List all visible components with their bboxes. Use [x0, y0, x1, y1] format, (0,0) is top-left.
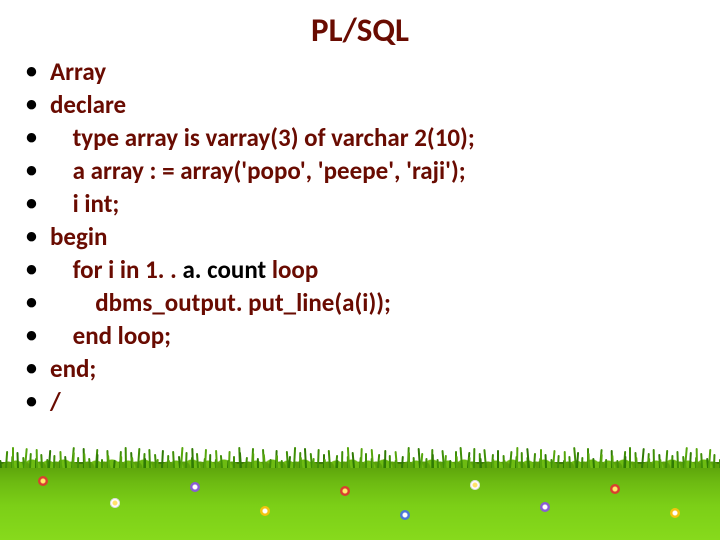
- bullet-icon: •: [26, 319, 50, 351]
- list-item: • i int;: [26, 187, 686, 220]
- list-item-text: declare: [50, 88, 126, 121]
- list-item-text: type array is varray(3) of varchar 2(10)…: [50, 121, 475, 154]
- list-item-text: dbms_output. put_line(a(i));: [50, 286, 391, 319]
- bullet-icon: •: [26, 154, 50, 186]
- bullet-icon: •: [26, 121, 50, 153]
- flower-icon: [470, 480, 480, 490]
- flower-icon: [190, 482, 200, 492]
- accent-text: a. count: [182, 254, 266, 285]
- slide: PL/SQL • Array • declare • type array is…: [0, 0, 720, 540]
- bullet-icon: •: [26, 385, 50, 417]
- list-item-text: Array: [50, 55, 106, 88]
- flower-icon: [260, 506, 270, 516]
- bullet-icon: •: [26, 352, 50, 384]
- bullet-icon: •: [26, 220, 50, 252]
- list-item-text: a array : = array('popo', 'peepe', 'raji…: [50, 154, 466, 187]
- grass-footer: [0, 462, 720, 540]
- bullet-icon: •: [26, 253, 50, 285]
- list-item: • a array : = array('popo', 'peepe', 'ra…: [26, 154, 686, 187]
- list-item: • dbms_output. put_line(a(i));: [26, 286, 686, 319]
- flower-icon: [540, 502, 550, 512]
- list-item-text: end;: [50, 352, 96, 385]
- list-item: • Array: [26, 55, 686, 88]
- flower-icon: [400, 510, 410, 520]
- list-item: • declare: [26, 88, 686, 121]
- flower-icon: [670, 508, 680, 518]
- bullet-icon: •: [26, 286, 50, 318]
- grass-blades: [0, 442, 720, 468]
- flower-icon: [340, 486, 350, 496]
- flower-icon: [38, 476, 48, 486]
- flower-icon: [610, 484, 620, 494]
- list-item-text-post: loop: [266, 254, 318, 285]
- list-item-text: i int;: [50, 187, 119, 220]
- flower-icon: [110, 498, 120, 508]
- list-item: • /: [26, 385, 686, 418]
- list-item-text-pre: for i in 1. .: [50, 254, 182, 285]
- list-item: • end;: [26, 352, 686, 385]
- bullet-icon: •: [26, 187, 50, 219]
- list-item: • type array is varray(3) of varchar 2(1…: [26, 121, 686, 154]
- list-item-text: end loop;: [50, 319, 171, 352]
- list-item: • begin: [26, 220, 686, 253]
- list-item-text: /: [50, 385, 61, 418]
- slide-title: PL/SQL: [0, 10, 720, 50]
- bullet-list: • Array • declare • type array is varray…: [26, 55, 686, 418]
- list-item-text: for i in 1. . a. count loop: [50, 253, 318, 286]
- list-item: • end loop;: [26, 319, 686, 352]
- bullet-icon: •: [26, 55, 50, 87]
- list-item: • for i in 1. . a. count loop: [26, 253, 686, 286]
- list-item-text: begin: [50, 220, 107, 253]
- bullet-icon: •: [26, 88, 50, 120]
